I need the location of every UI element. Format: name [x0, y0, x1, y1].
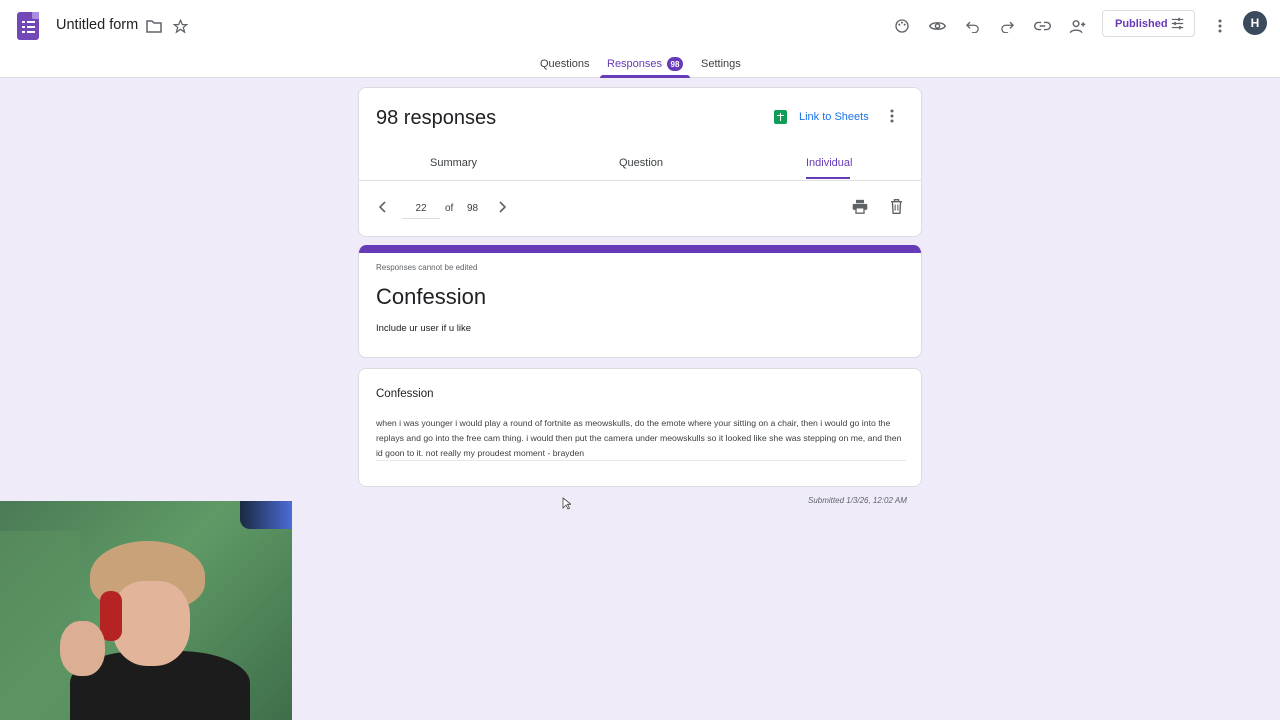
- headset: [100, 591, 122, 641]
- published-button[interactable]: Published: [1102, 10, 1195, 37]
- link-icon[interactable]: [1029, 13, 1055, 39]
- print-icon[interactable]: [852, 199, 868, 219]
- pager-total: 98: [467, 203, 479, 214]
- palette-icon[interactable]: [889, 13, 915, 39]
- account-avatar[interactable]: H: [1243, 11, 1267, 35]
- answer-underline: [376, 460, 906, 461]
- form-title-input[interactable]: Untitled form: [56, 17, 138, 33]
- preview-eye-icon[interactable]: [924, 13, 950, 39]
- subtab-indicator: [806, 177, 850, 179]
- delete-icon[interactable]: [890, 199, 903, 219]
- mouse-cursor-icon: [562, 497, 573, 515]
- pager-of-label: of: [445, 203, 454, 214]
- published-label: Published: [1115, 17, 1168, 30]
- responses-count-badge: 98: [667, 57, 683, 71]
- settings-sliders-icon: [1171, 17, 1184, 30]
- question-label: Confession: [376, 388, 434, 400]
- webcam-overlay: [0, 501, 292, 720]
- tab-questions[interactable]: Questions: [540, 58, 590, 70]
- response-number-input[interactable]: 22: [402, 201, 440, 219]
- theme-accent-bar: [359, 245, 921, 253]
- read-only-notice: Responses cannot be edited: [376, 263, 478, 272]
- question-card: Confession when i was younger i would pl…: [358, 368, 922, 487]
- link-to-sheets-label: Link to Sheets: [799, 111, 869, 123]
- form-description: Include ur user if u like: [376, 323, 472, 334]
- more-options-icon[interactable]: [890, 109, 894, 128]
- more-vert-icon[interactable]: [1207, 13, 1233, 39]
- submitted-timestamp: Submitted 1/3/26, 12:02 AM: [808, 496, 907, 505]
- star-icon[interactable]: [167, 13, 193, 39]
- subtab-question[interactable]: Question: [619, 157, 663, 169]
- sheets-icon: [774, 110, 787, 124]
- redo-icon[interactable]: [994, 13, 1020, 39]
- google-forms-logo[interactable]: [17, 12, 39, 40]
- active-tab-indicator: [600, 75, 690, 78]
- app-header: Untitled form Published H Questions Resp…: [0, 0, 1280, 78]
- add-collaborator-icon[interactable]: [1064, 13, 1090, 39]
- form-heading: Confession: [376, 284, 487, 309]
- subtab-summary[interactable]: Summary: [430, 157, 477, 169]
- responses-summary-card: 98 responses Link to Sheets Summary Ques…: [358, 87, 922, 237]
- subtab-individual[interactable]: Individual: [806, 157, 852, 169]
- form-header-card: Responses cannot be edited Confession In…: [358, 245, 922, 358]
- next-response-icon[interactable]: [498, 200, 507, 218]
- divider: [359, 180, 921, 181]
- tab-responses[interactable]: Responses: [607, 58, 662, 70]
- previous-response-icon[interactable]: [378, 200, 387, 218]
- responses-count-heading: 98 responses: [376, 107, 497, 129]
- undo-icon[interactable]: [959, 13, 985, 39]
- answer-text: when i was younger i would play a round …: [376, 418, 902, 458]
- rgb-light: [240, 501, 292, 529]
- folder-icon[interactable]: [141, 13, 167, 39]
- tab-settings[interactable]: Settings: [701, 58, 741, 70]
- link-to-sheets-button[interactable]: Link to Sheets: [774, 110, 869, 124]
